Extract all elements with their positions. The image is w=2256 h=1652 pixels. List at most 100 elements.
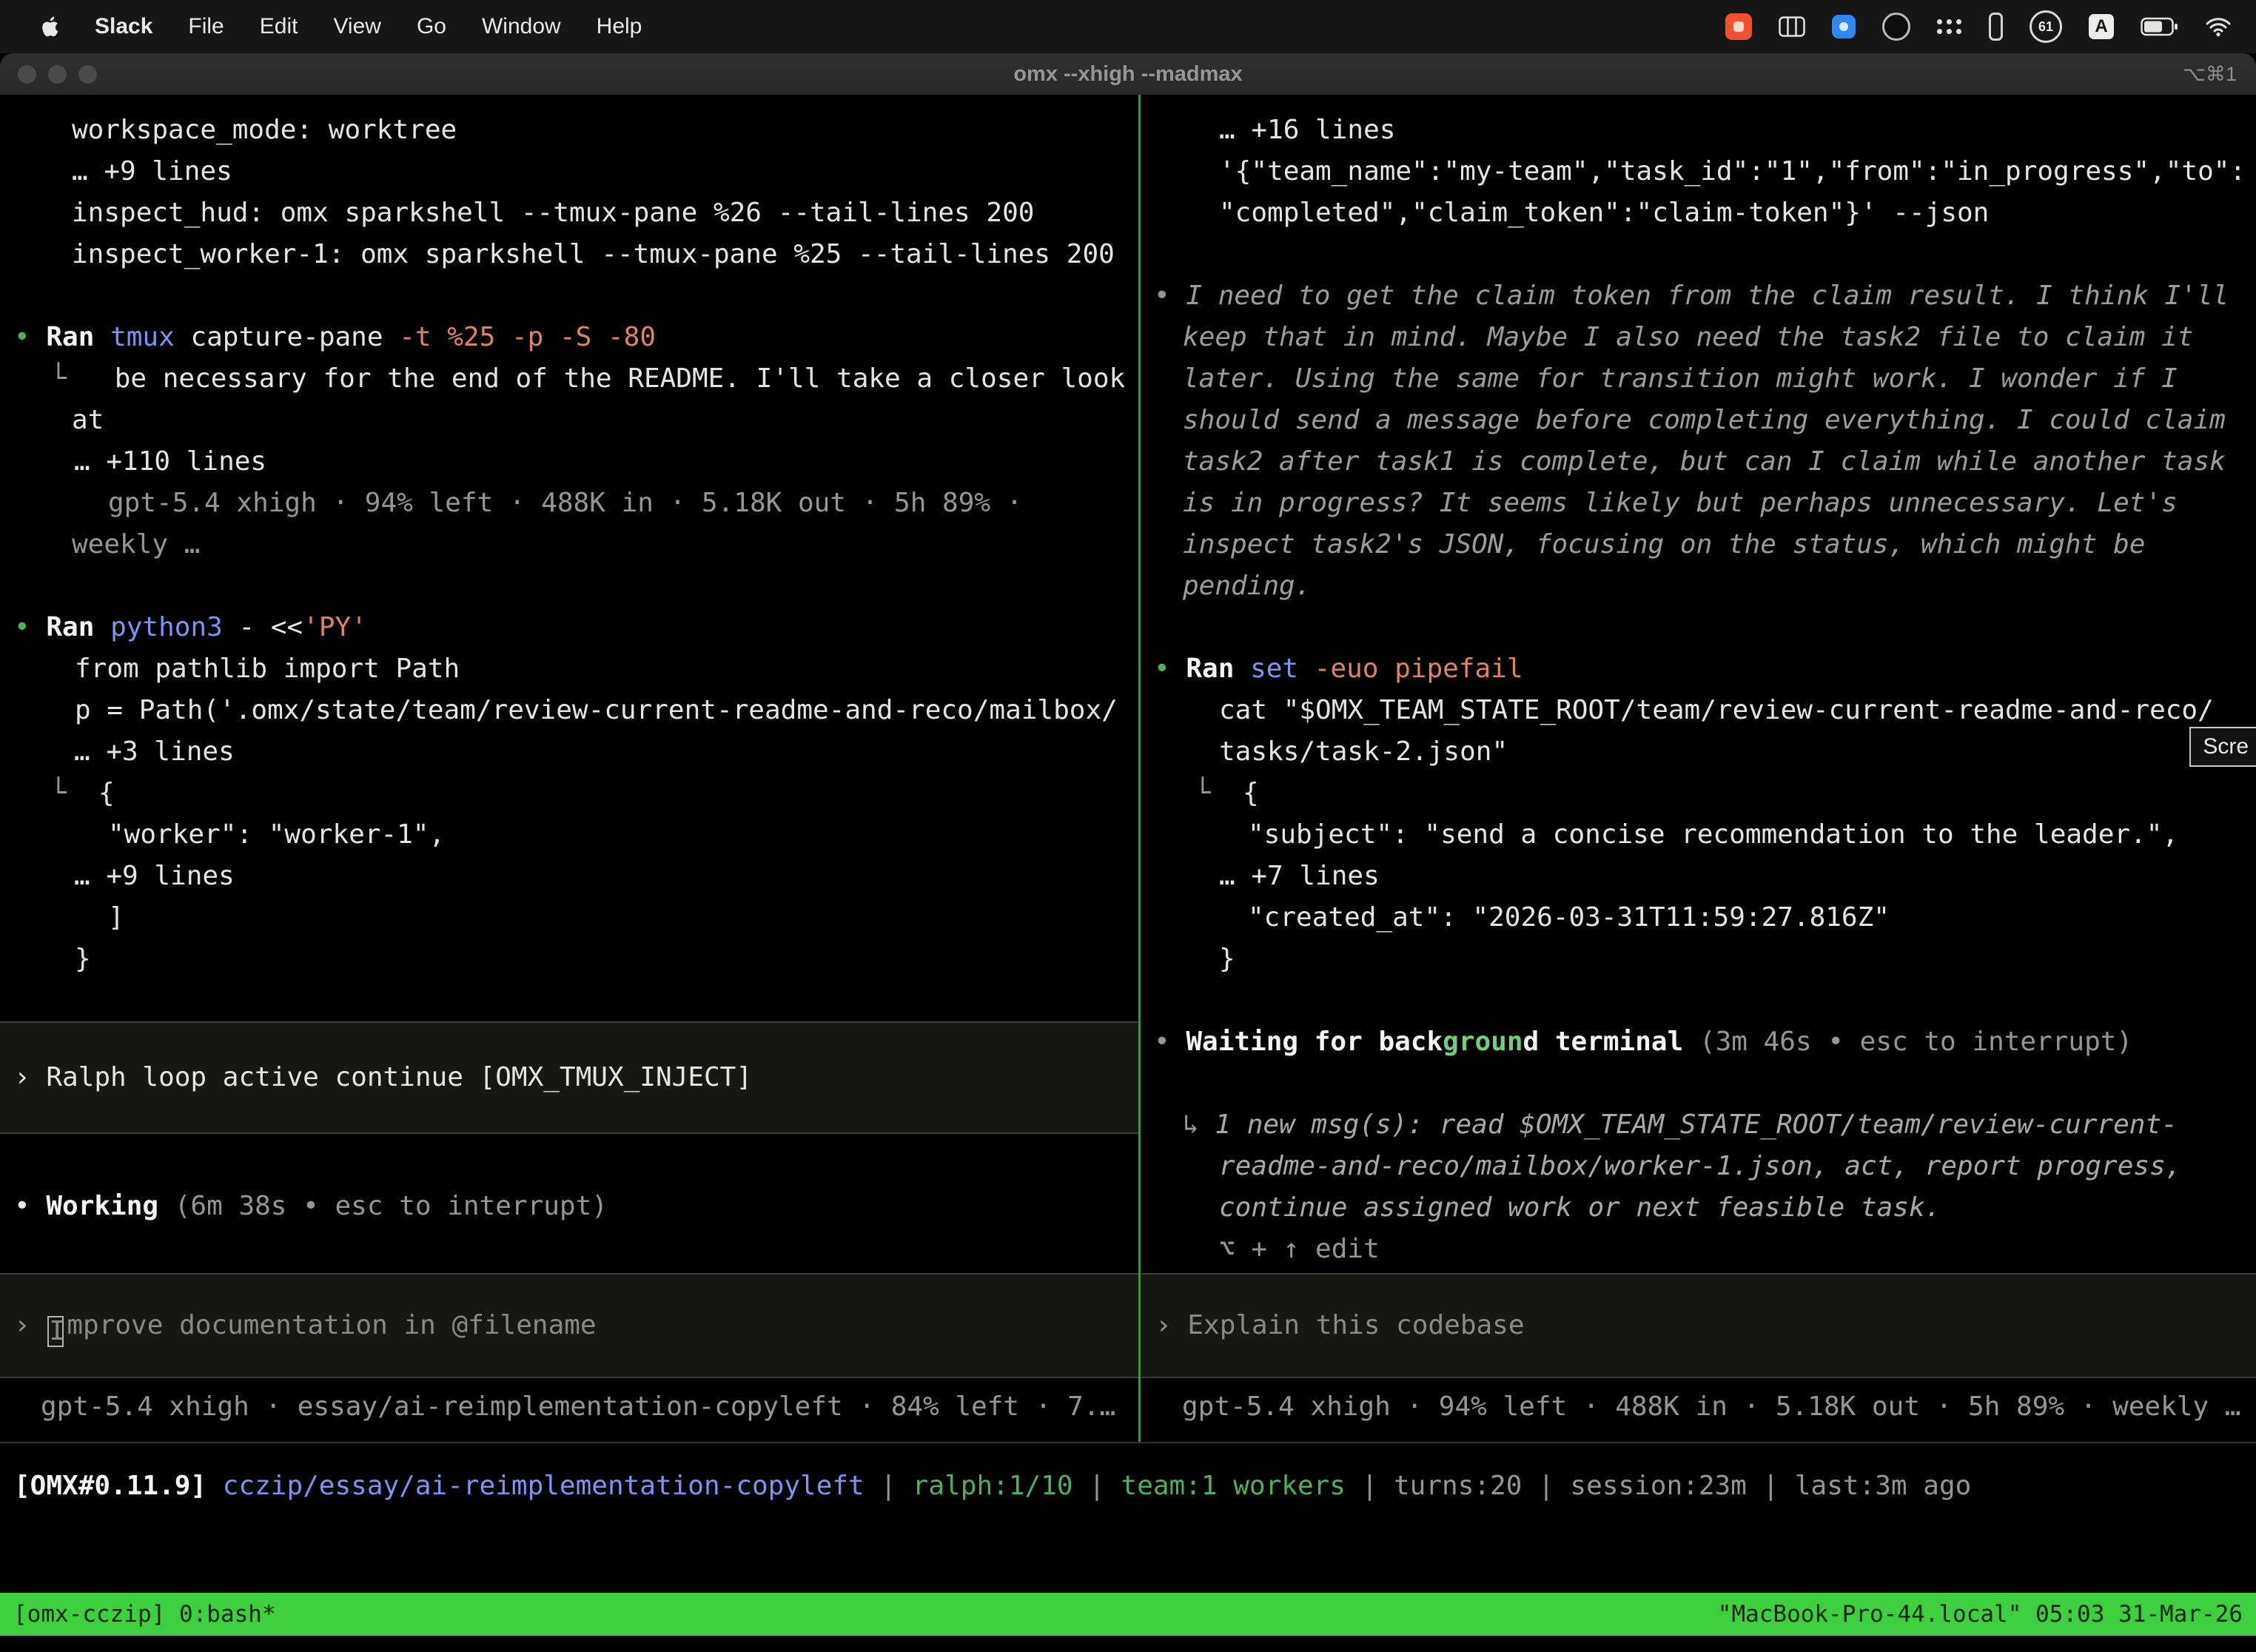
text-segment: << (271, 612, 303, 642)
text-segment: tasks/task-2.json" (1219, 736, 1508, 767)
text-segment: mprove documentation in @filename (67, 1310, 596, 1340)
window-titlebar[interactable]: omx --xhigh --madmax ⌥⌘1 (0, 53, 2256, 95)
text-segment: { (1211, 778, 1259, 808)
terminal-line: pending. (1141, 565, 2256, 607)
menu-go[interactable]: Go (399, 14, 464, 39)
terminal-line: is in progress? It seems likely but perh… (1141, 483, 2256, 524)
terminal-line: } (0, 939, 1138, 980)
text-segment: Ran (1186, 654, 1250, 684)
text-segment: I (47, 1316, 64, 1347)
close-button[interactable] (18, 65, 36, 84)
text-segment: 1 new msg(s): read $OMX_TEAM_STATE_ROOT/… (1215, 1109, 2177, 1140)
percent-badge-icon[interactable]: 61 (2030, 10, 2062, 43)
dark-circle-menu-icon[interactable] (1882, 13, 1910, 41)
screen-recording-icon[interactable] (1725, 13, 1752, 40)
text-segment: capture-pane (190, 322, 399, 352)
text-segment: | (1522, 1471, 1570, 1501)
pane-bottom-border (0, 1442, 2256, 1443)
text-segment: later. Using the same for transition mig… (1183, 363, 2178, 394)
terminal-line: later. Using the same for transition mig… (1141, 358, 2256, 400)
terminal-line: … +110 lines (0, 441, 1138, 483)
menu-window[interactable]: Window (464, 14, 579, 39)
input-source-icon[interactable]: A (2089, 14, 2114, 39)
text-segment: | (1346, 1471, 1394, 1501)
text-segment: ⌥ + ↑ edit (1219, 1234, 1380, 1264)
text-segment: session:23m (1570, 1471, 1746, 1501)
terminal-line: readme-and-reco/mailbox/worker-1.json, a… (1141, 1146, 2256, 1187)
menu-help[interactable]: Help (579, 14, 660, 39)
text-segment: at (72, 405, 104, 435)
menu-view[interactable]: View (315, 14, 398, 39)
text-segment: ] (108, 902, 124, 933)
text-segment: '{"team_name":"my-team","task_id":"1","f… (1219, 156, 2246, 187)
text-segment: › (14, 1062, 46, 1092)
prompt-input-left[interactable]: › Improve documentation in @filename (0, 1273, 1138, 1378)
terminal-line: inspect_worker-1: omx sparkshell --tmux-… (0, 234, 1138, 275)
text-segment: • (1154, 654, 1186, 684)
menu-edit[interactable]: Edit (242, 14, 316, 39)
text-segment: tmux (110, 322, 190, 352)
zoom-button[interactable] (78, 65, 97, 84)
terminal-line: • I need to get the claim token from the… (1141, 275, 2256, 317)
text-segment: 'PY' (303, 612, 367, 642)
text-segment: "subject": "send a concise recommendatio… (1248, 819, 2178, 850)
terminal-line: › Ralph loop active continue [OMX_TMUX_I… (14, 1057, 752, 1098)
text-segment: weekly … (72, 529, 200, 560)
blank-line (1141, 980, 2256, 1021)
menu-file[interactable]: File (170, 14, 241, 39)
text-segment: I need to get the claim token from the c… (1186, 281, 2229, 311)
blue-app-menu-icon[interactable] (1832, 15, 1856, 38)
terminal: workspace_mode: worktree… +9 linesinspec… (0, 95, 2256, 1652)
text-segment: | (865, 1471, 913, 1501)
text-segment: } (1219, 944, 1235, 974)
traffic-lights (0, 65, 97, 84)
text-segment: › (1155, 1310, 1187, 1340)
text-segment: should send a message before completing … (1183, 405, 2226, 435)
text-segment: } (75, 944, 91, 974)
pane-status-right: gpt-5.4 xhigh · 94% left · 488K in · 5.1… (1182, 1386, 2240, 1428)
text-segment: ↳ (1183, 1109, 1215, 1140)
terminal-line: [OMX#0.11.9] cczip/essay/ai-reimplementa… (14, 1465, 2256, 1507)
terminal-line: continue assigned work or next feasible … (1141, 1187, 2256, 1229)
terminal-line: from pathlib import Path (0, 648, 1138, 690)
text-segment: team:1 workers (1121, 1471, 1346, 1501)
queued-prompt-band: › Ralph loop active continue [OMX_TMUX_I… (0, 1021, 1138, 1134)
text-segment: › (14, 1310, 46, 1340)
text-segment: "completed","claim_token":"claim-token"}… (1219, 198, 1989, 228)
battery-icon[interactable] (2141, 16, 2179, 37)
prompt-input-left-content: › Improve documentation in @filename (14, 1305, 597, 1346)
wifi-icon[interactable] (2206, 17, 2231, 37)
terminal-line: └ { (1141, 773, 2256, 814)
omx-status-line: [OMX#0.11.9] cczip/essay/ai-reimplementa… (14, 1465, 2256, 1507)
text-segment: └ (1195, 778, 1211, 808)
active-app-name[interactable]: Slack (77, 14, 170, 39)
pane-left[interactable]: workspace_mode: worktree… +9 linesinspec… (0, 95, 1138, 1442)
pane-right[interactable]: … +16 lines '{"team_name":"my-team","task… (1141, 95, 2256, 1442)
blank-line (0, 275, 1138, 317)
window-title: omx --xhigh --madmax (0, 62, 2256, 87)
window-tiling-icon[interactable] (1779, 16, 1805, 37)
pill-menu-icon[interactable] (1989, 13, 2003, 41)
minimize-button[interactable] (48, 65, 67, 84)
text-segment: - (238, 612, 270, 642)
text-segment: • (1154, 1027, 1186, 1057)
terminal-line: └ be necessary for the end of the README… (0, 358, 1138, 400)
terminal-line: "worker": "worker-1", (0, 814, 1138, 856)
prompt-input-right[interactable]: › Explain this codebase (1141, 1273, 2256, 1378)
screen-share-tooltip: Scre (2189, 727, 2256, 767)
blank-line (1141, 607, 2256, 648)
blank-line (1141, 234, 2256, 275)
terminal-line: • Waiting for background terminal (3m 46… (1141, 1021, 2256, 1063)
text-segment: Waiting for back (1186, 1027, 1443, 1057)
text-segment: … +16 lines (1219, 115, 1395, 145)
terminal-line: • Ran python3 - <<'PY' (0, 607, 1138, 648)
apple-menu-icon[interactable] (25, 15, 77, 38)
text-segment: turns:20 (1394, 1471, 1522, 1501)
app-menus: FileEditViewGoWindowHelp (170, 14, 659, 39)
text-segment: is in progress? It seems likely but perh… (1183, 488, 2178, 518)
terminal-line: gpt-5.4 xhigh · 94% left · 488K in · 5.1… (0, 483, 1138, 524)
terminal-line: p = Path('.omx/state/team/review-current… (0, 690, 1138, 731)
pane-divider[interactable] (1138, 95, 1141, 1443)
dots-grid-menu-icon[interactable] (1937, 19, 1962, 35)
text-segment: … +3 lines (74, 736, 235, 767)
